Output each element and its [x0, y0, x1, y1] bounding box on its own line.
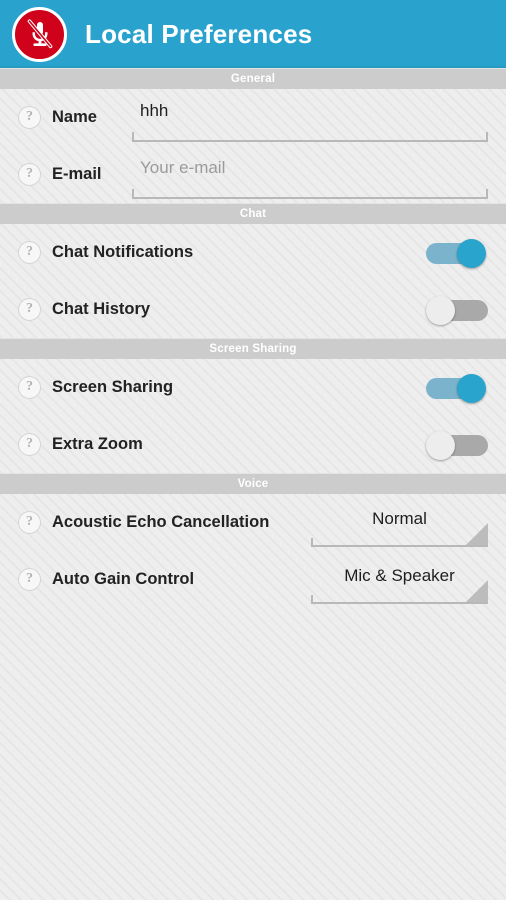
help-icon-email[interactable]: ? [18, 163, 41, 186]
email-field[interactable]: Your e-mail [132, 151, 488, 199]
help-icon-screen-sharing[interactable]: ? [18, 376, 41, 399]
label-extra-zoom: Extra Zoom [52, 435, 143, 453]
switch-thumb [426, 430, 455, 460]
spinner-auto-gain-control[interactable]: Mic & Speaker [311, 556, 488, 604]
row-chat-history[interactable]: ? Chat History [0, 281, 506, 338]
dropdown-caret-icon [466, 522, 488, 545]
section-header-voice: Voice [0, 473, 506, 494]
section-body-general: ? Name hhh ? E-mail Your e-mail [0, 89, 506, 203]
help-icon-auto-gain-control[interactable]: ? [18, 568, 41, 591]
switch-thumb [457, 238, 486, 268]
spinner-underline [311, 537, 488, 547]
row-auto-gain-control[interactable]: ? Auto Gain Control Mic & Speaker [0, 551, 506, 608]
help-icon-acoustic-echo-cancellation[interactable]: ? [18, 511, 41, 534]
switch-screen-sharing[interactable] [426, 371, 488, 405]
section-body-voice: ? Acoustic Echo Cancellation Normal ? Au… [0, 494, 506, 608]
help-icon-chat-history[interactable]: ? [18, 298, 41, 321]
switch-thumb [457, 373, 486, 403]
section-header-chat: Chat [0, 203, 506, 224]
email-input-placeholder[interactable]: Your e-mail [132, 157, 225, 179]
spinner-acoustic-echo-cancellation[interactable]: Normal [311, 499, 488, 547]
row-acoustic-echo-cancellation[interactable]: ? Acoustic Echo Cancellation Normal [0, 494, 506, 551]
section-header-screen-sharing: Screen Sharing [0, 338, 506, 359]
label-acoustic-echo-cancellation: Acoustic Echo Cancellation [52, 513, 270, 531]
row-name[interactable]: ? Name hhh [0, 89, 506, 146]
spinner-value-auto-gain-control: Mic & Speaker [344, 565, 455, 585]
section-header-general: General [0, 68, 506, 89]
label-chat-history: Chat History [52, 300, 151, 318]
switch-extra-zoom[interactable] [426, 428, 488, 462]
help-icon-name[interactable]: ? [18, 106, 41, 129]
row-chat-notifications[interactable]: ? Chat Notifications [0, 224, 506, 281]
spinner-underline [311, 594, 488, 604]
switch-chat-notifications[interactable] [426, 236, 488, 270]
page-title: Local Preferences [85, 18, 313, 49]
mic-muted-icon[interactable] [12, 6, 67, 62]
row-email[interactable]: ? E-mail Your e-mail [0, 146, 506, 203]
switch-thumb [426, 295, 455, 325]
label-auto-gain-control: Auto Gain Control [52, 570, 195, 588]
label-name: Name [52, 108, 97, 126]
help-icon-extra-zoom[interactable]: ? [18, 433, 41, 456]
app-header-bar: Local Preferences [0, 0, 506, 68]
switch-chat-history[interactable] [426, 293, 488, 327]
name-input-underline [132, 131, 488, 142]
label-chat-notifications: Chat Notifications [52, 243, 194, 261]
help-icon-chat-notifications[interactable]: ? [18, 241, 41, 264]
label-email: E-mail [52, 165, 102, 183]
email-input-underline [132, 188, 488, 199]
label-screen-sharing: Screen Sharing [52, 378, 174, 396]
dropdown-caret-icon [466, 579, 488, 602]
section-body-chat: ? Chat Notifications ? Chat History [0, 224, 506, 338]
row-screen-sharing[interactable]: ? Screen Sharing [0, 359, 506, 416]
row-extra-zoom[interactable]: ? Extra Zoom [0, 416, 506, 473]
name-field[interactable]: hhh [132, 94, 488, 142]
preferences-screen: Local Preferences General ? Name hhh ? E… [0, 0, 506, 900]
name-input-value[interactable]: hhh [132, 100, 168, 122]
spinner-value-acoustic-echo-cancellation: Normal [372, 508, 427, 528]
empty-space [0, 608, 506, 900]
section-body-screen-sharing: ? Screen Sharing ? Extra Zoom [0, 359, 506, 473]
